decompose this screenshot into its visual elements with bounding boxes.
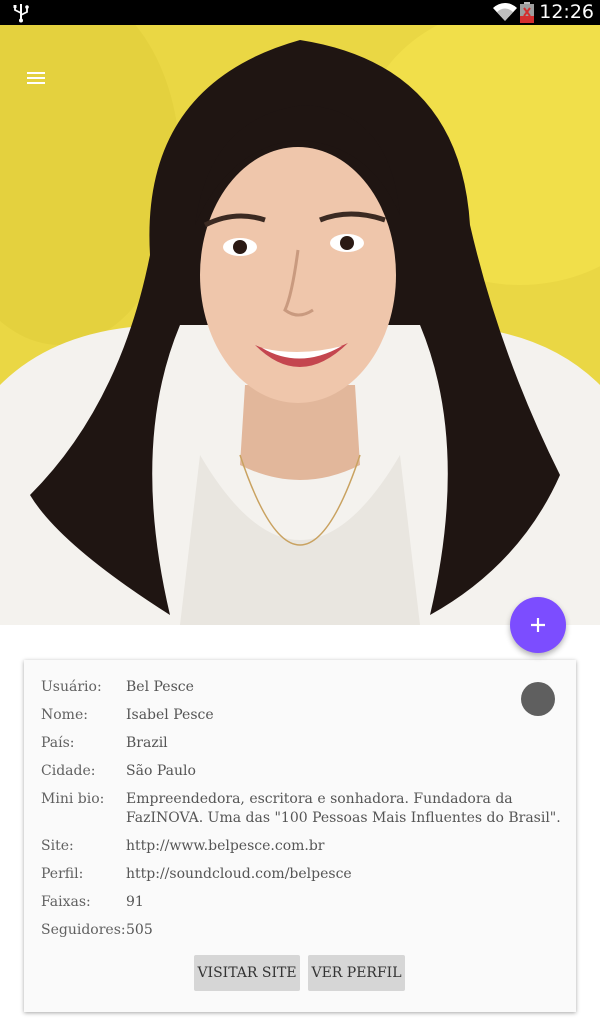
hamburger-menu-icon [27, 72, 45, 74]
field-label: Mini bio: [41, 791, 105, 807]
profile-info-card: Usuário: Bel Pesce Nome: Isabel Pesce Pa… [24, 660, 576, 1012]
field-label: Nome: [41, 707, 88, 723]
field-value: Empreendedora, escritora e sonhadora. Fu… [126, 791, 561, 826]
menu-button[interactable] [22, 69, 50, 95]
status-time: 12:26 [539, 1, 594, 23]
profile-photo [0, 25, 600, 625]
profile-link[interactable]: http://soundcloud.com/belpesce [126, 865, 566, 884]
field-value: Isabel Pesce [126, 707, 214, 723]
field-value: Bel Pesce [126, 679, 194, 695]
field-value: 505 [126, 922, 153, 938]
visit-site-button[interactable]: VISITAR SITE [194, 955, 300, 991]
field-label: País: [41, 735, 75, 751]
field-label: Faixas: [41, 894, 91, 910]
field-label: Site: [41, 838, 74, 854]
field-label: Seguidores: [41, 922, 126, 938]
field-label: Usuário: [41, 679, 102, 695]
field-value: São Paulo [126, 763, 196, 779]
field-value: Brazil [126, 735, 168, 751]
field-label: Perfil: [41, 866, 84, 882]
plus-icon [531, 618, 545, 632]
profile-hero-image [0, 25, 600, 625]
battery-icon [520, 2, 534, 23]
site-link[interactable]: http://www.belpesce.com.br [126, 837, 566, 856]
usb-icon [13, 4, 29, 23]
add-fab-button[interactable] [510, 597, 566, 653]
field-label: Cidade: [41, 763, 96, 779]
wifi-icon [493, 3, 517, 22]
status-bar: 12:26 [0, 0, 600, 25]
field-value: 91 [126, 894, 144, 910]
view-profile-button[interactable]: VER PERFIL [308, 955, 405, 991]
